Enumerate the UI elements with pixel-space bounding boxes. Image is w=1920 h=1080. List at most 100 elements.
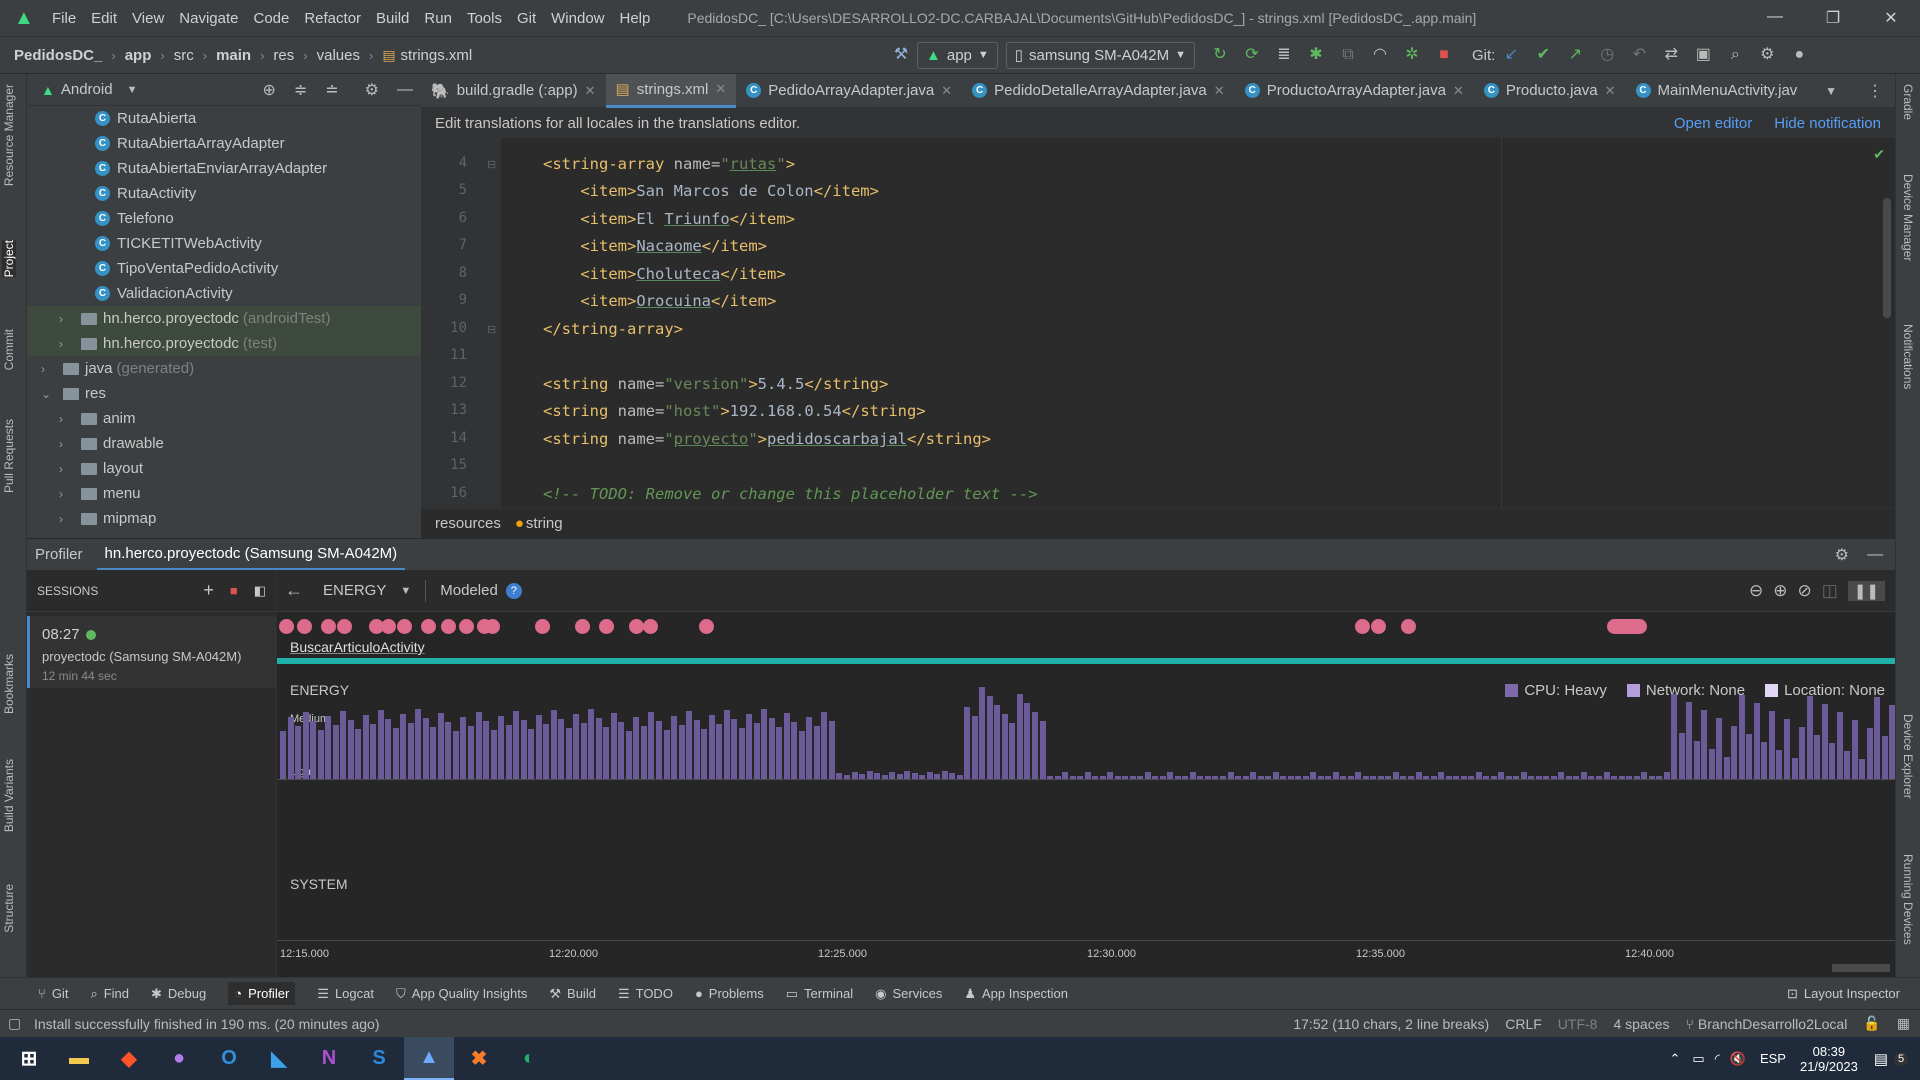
close-tab-icon[interactable]: ✕ — [1605, 83, 1616, 99]
breadcrumb-app[interactable]: app — [125, 47, 152, 64]
tree-folder-item[interactable]: › hn.herco.proyectodc (androidTest) — [27, 306, 421, 331]
brave-browser-icon[interactable]: ◆ — [104, 1037, 154, 1080]
commit-tab[interactable]: Commit — [2, 329, 16, 370]
tab-pedido-detalle-array-adapter[interactable]: C PedidoDetalleArrayAdapter.java ✕ — [962, 74, 1235, 108]
breadcrumb-project[interactable]: PedidosDC_ — [14, 47, 102, 64]
status-message[interactable]: Install successfully finished in 190 ms.… — [34, 1016, 380, 1032]
help-icon[interactable]: ? — [505, 582, 522, 599]
menu-code[interactable]: Code — [253, 10, 289, 27]
device-explorer-tab[interactable]: Device Explorer — [1901, 714, 1915, 799]
tree-folder-item[interactable]: › java (generated) — [27, 356, 421, 381]
android-studio-taskbar-icon[interactable]: ▲ — [404, 1037, 454, 1080]
resource-manager-tab[interactable]: Resource Manager — [2, 84, 16, 186]
file-explorer-icon[interactable]: ▬ — [54, 1037, 104, 1080]
language-indicator[interactable]: ESP — [1760, 1051, 1786, 1066]
tree-class-item[interactable]: C RutaAbiertaArrayAdapter — [27, 131, 421, 156]
toggle-panel-icon[interactable]: ◧ — [254, 583, 266, 599]
tree-folder-item[interactable]: › menu — [27, 481, 421, 506]
apply-changes-icon[interactable]: ⟳ — [1241, 44, 1263, 66]
gradle-tab[interactable]: Gradle — [1901, 84, 1915, 120]
chevron-down-icon[interactable]: ▼ — [127, 84, 138, 96]
search-icon[interactable]: ⌕ — [1724, 44, 1746, 66]
bookmarks-tab[interactable]: Bookmarks — [2, 654, 16, 714]
debug-icon[interactable]: ✱ — [1305, 44, 1327, 66]
lifecycle-event-dot[interactable] — [599, 619, 614, 634]
expand-all-icon[interactable]: ≑ — [294, 80, 307, 100]
menu-tools[interactable]: Tools — [467, 10, 502, 27]
app-inspection-toolwindow[interactable]: ♟ App Inspection — [964, 986, 1068, 1002]
attach-debugger-icon[interactable]: ⧉ — [1337, 44, 1359, 66]
clock[interactable]: 08:39 21/9/2023 — [1800, 1044, 1858, 1074]
more-icon[interactable]: ⋮ — [1867, 81, 1883, 101]
app-quality-toolwindow[interactable]: ⛉ App Quality Insights — [396, 986, 527, 1002]
activity-label[interactable]: BuscarArticuloActivity — [290, 639, 425, 655]
tab-build-gradle[interactable]: 🐘 build.gradle (:app) ✕ — [421, 74, 606, 108]
profiler-mode-select[interactable]: ENERGY — [323, 582, 386, 599]
pull-requests-tab[interactable]: Pull Requests — [2, 419, 16, 493]
lifecycle-event-dot[interactable] — [279, 619, 294, 634]
menu-file[interactable]: File — [52, 10, 76, 27]
lifecycle-event-dot[interactable] — [397, 619, 412, 634]
tree-folder-item[interactable]: › hn.herco.proyectodc (test) — [27, 331, 421, 356]
tree-class-item[interactable]: C TipoVentaPedidoActivity — [27, 256, 421, 281]
git-history-icon[interactable]: ◷ — [1596, 44, 1618, 66]
memory-indicator-icon[interactable]: ▦ — [1897, 1015, 1910, 1032]
profile-icon[interactable]: ◠ — [1369, 44, 1391, 66]
git-commit-icon[interactable]: ✔ — [1532, 44, 1554, 66]
gear-icon[interactable]: ⚙ — [1835, 545, 1849, 565]
terminal-toolwindow[interactable]: ▭ Terminal — [786, 986, 853, 1002]
indent-setting[interactable]: 4 spaces — [1613, 1016, 1669, 1032]
running-devices-tab[interactable]: Running Devices — [1901, 854, 1915, 945]
tab-producto[interactable]: C Producto.java ✕ — [1474, 74, 1626, 108]
apply-code-changes-icon[interactable]: ≣ — [1273, 44, 1295, 66]
lifecycle-event-dot[interactable] — [297, 619, 312, 634]
lifecycle-event-dot[interactable] — [1355, 619, 1370, 634]
tab-main-menu-activity[interactable]: C MainMenuActivity.jav — [1626, 74, 1808, 108]
tree-class-item[interactable]: C ValidacionActivity — [27, 281, 421, 306]
gear-icon[interactable]: ⚙ — [365, 80, 379, 100]
file-encoding[interactable]: UTF-8 — [1558, 1016, 1598, 1032]
outlook-icon[interactable]: O — [204, 1037, 254, 1080]
tree-class-item[interactable]: C Telefono — [27, 206, 421, 231]
lifecycle-event-dot[interactable] — [643, 619, 658, 634]
git-branch[interactable]: BranchDesarrollo2Local — [1698, 1016, 1847, 1032]
vscode-icon[interactable]: ◣ — [254, 1037, 304, 1080]
services-toolwindow[interactable]: ◉ Services — [875, 986, 942, 1002]
code-editor[interactable]: <string-array name="rutas"> <item>San Ma… — [501, 138, 1895, 508]
menu-window[interactable]: Window — [551, 10, 604, 27]
wifi-icon[interactable]: ◜ — [1715, 1051, 1720, 1067]
device-select[interactable]: ▯ samsung SM-A042M ▼ — [1005, 41, 1195, 69]
attach-process-icon[interactable]: ✲ — [1401, 44, 1423, 66]
notifications-tab[interactable]: Notifications — [1901, 324, 1915, 389]
chevron-icon[interactable]: › — [59, 312, 73, 326]
lifecycle-event-dot[interactable] — [1401, 619, 1416, 634]
tree-folder-item[interactable]: › mipmap — [27, 506, 421, 531]
lifecycle-event-dot[interactable] — [459, 619, 474, 634]
chevron-icon[interactable]: › — [59, 487, 73, 501]
chevron-icon[interactable]: › — [59, 512, 73, 526]
git-push-icon[interactable]: ↗ — [1564, 44, 1586, 66]
tree-class-item[interactable]: C RutaAbierta — [27, 106, 421, 131]
lifecycle-event-dot[interactable] — [337, 619, 352, 634]
close-tab-icon[interactable]: ✕ — [585, 83, 596, 99]
zoom-in-icon[interactable]: ⊕ — [1773, 581, 1787, 601]
hide-notification-link[interactable]: Hide notification — [1774, 115, 1881, 132]
close-tab-icon[interactable]: ✕ — [1453, 83, 1464, 99]
chevron-icon[interactable]: › — [59, 337, 73, 351]
menu-help[interactable]: Help — [620, 10, 651, 27]
editor-scrollbar[interactable] — [1883, 198, 1891, 318]
structure-tab[interactable]: Structure — [2, 884, 16, 933]
lock-icon[interactable]: 🔓 — [1863, 1015, 1880, 1032]
close-window-button[interactable]: ✕ — [1862, 8, 1920, 28]
pause-icon[interactable]: ❚❚ — [1847, 580, 1885, 601]
menu-git[interactable]: Git — [517, 10, 536, 27]
menu-run[interactable]: Run — [424, 10, 452, 27]
git-rollback-icon[interactable]: ↶ — [1628, 44, 1650, 66]
inspection-ok-icon[interactable]: ✔ — [1873, 146, 1885, 163]
git-toolwindow[interactable]: ⑂ Git — [38, 986, 68, 1001]
menu-view[interactable]: View — [132, 10, 164, 27]
back-arrow-icon[interactable]: ← — [285, 580, 303, 601]
find-toolwindow[interactable]: ⌕ Find — [90, 986, 129, 1002]
zoom-out-icon[interactable]: ⊖ — [1749, 581, 1763, 601]
device-manager-tab[interactable]: Device Manager — [1901, 174, 1915, 261]
